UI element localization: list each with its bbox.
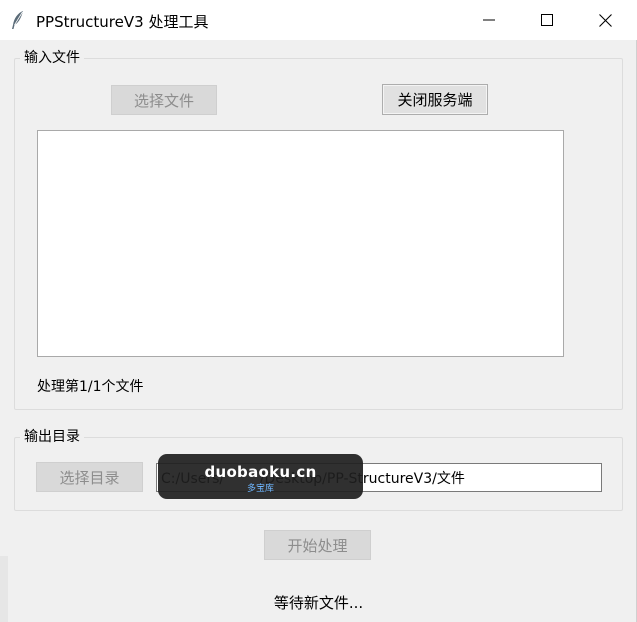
file-list[interactable]: [37, 130, 564, 357]
title-bar[interactable]: PPStructureV3 处理工具: [0, 0, 637, 40]
watermark-overlay: duobaoku.cn 多宝库: [158, 454, 363, 499]
maximize-button[interactable]: [518, 0, 576, 40]
app-window: PPStructureV3 处理工具 输入文件 选择文件 关闭服务端 处理第1/…: [0, 0, 637, 622]
select-directory-button[interactable]: 选择目录: [36, 462, 143, 492]
minimize-button[interactable]: [460, 0, 518, 40]
close-button[interactable]: [576, 0, 634, 40]
feather-icon: [10, 10, 26, 30]
output-dir-legend: 输出目录: [20, 426, 84, 446]
close-service-button[interactable]: 关闭服务端: [382, 84, 488, 115]
maximize-icon: [541, 14, 553, 26]
minimize-icon: [483, 14, 495, 26]
close-icon: [598, 13, 612, 27]
progress-label: 处理第1/1个文件: [37, 379, 144, 395]
start-processing-button[interactable]: 开始处理: [264, 530, 371, 560]
select-file-button[interactable]: 选择文件: [111, 85, 217, 115]
input-files-legend: 输入文件: [20, 47, 84, 67]
watermark-text: duobaoku.cn: [204, 463, 317, 481]
status-label: 等待新文件...: [273, 594, 364, 612]
window-title: PPStructureV3 处理工具: [36, 13, 209, 31]
watermark-subtext: 多宝库: [246, 484, 274, 494]
